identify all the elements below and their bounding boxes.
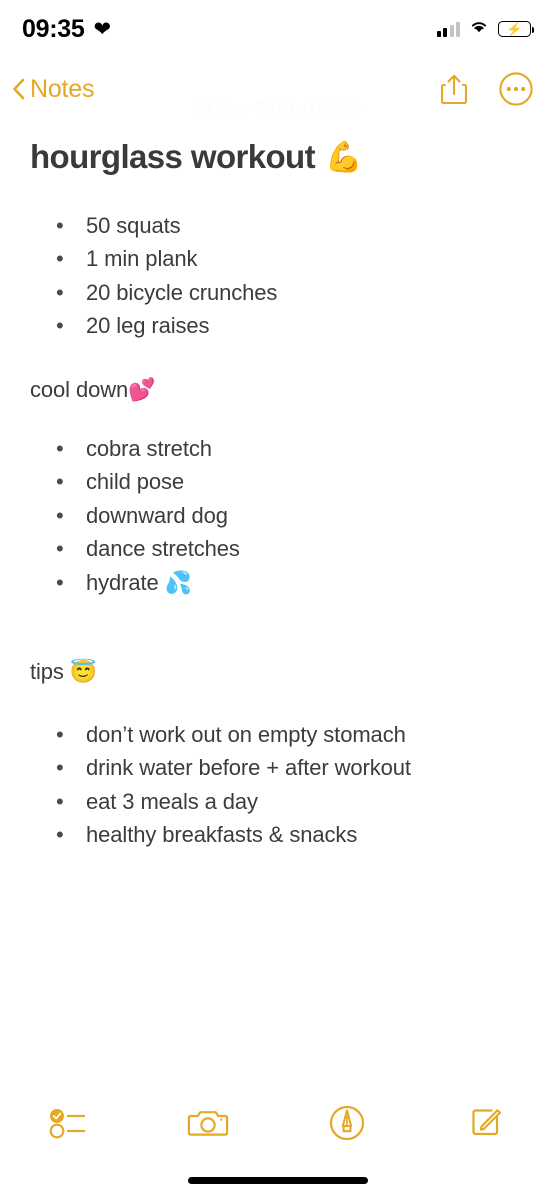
checklist-icon	[48, 1106, 90, 1145]
compose-icon	[467, 1104, 505, 1147]
bottom-toolbar	[0, 1095, 555, 1155]
note-title: hourglass workout 💪	[30, 138, 525, 176]
status-time: 09:35	[22, 14, 85, 43]
note-body[interactable]: hourglass workout 💪 50 squats 1 min plan…	[0, 120, 555, 1095]
list-item: cobra stretch	[30, 432, 525, 466]
compose-button[interactable]	[416, 1104, 555, 1147]
home-indicator	[187, 1177, 368, 1184]
cooldown-heading: cool down💕	[30, 376, 156, 402]
black-heart-icon: ❤	[93, 17, 112, 41]
list-item: healthy breakfasts & snacks	[30, 818, 525, 852]
notes-app-screen: 09:35 ❤ ⚡ Notes 28 May 2023 at 09:34 hou…	[0, 0, 555, 1200]
chevron-left-icon	[12, 78, 25, 100]
list-item: 20 leg raises	[30, 309, 525, 343]
list-item: don’t work out on empty stomach	[30, 718, 525, 752]
status-bar-right: ⚡	[436, 19, 535, 39]
status-bar-left: 09:35 ❤	[22, 15, 111, 44]
tips-heading: tips 😇	[30, 658, 98, 684]
camera-icon	[187, 1106, 229, 1145]
cooldown-list: cobra stretch child pose downward dog da…	[30, 432, 525, 600]
note-title-text: hourglass workout	[30, 138, 316, 175]
list-item: 1 min plank	[30, 242, 525, 276]
list-item: hydrate 💦	[30, 566, 525, 600]
tips-list: don’t work out on empty stomach drink wa…	[30, 718, 525, 852]
checklist-button[interactable]	[0, 1106, 139, 1145]
workout-list: 50 squats 1 min plank 20 bicycle crunche…	[30, 209, 525, 343]
list-item: eat 3 meals a day	[30, 785, 525, 819]
wifi-icon	[469, 19, 489, 39]
list-item: 50 squats	[30, 209, 525, 243]
camera-button[interactable]	[139, 1106, 278, 1145]
list-item: drink water before + after workout	[30, 751, 525, 785]
list-item: downward dog	[30, 499, 525, 533]
battery-charging-icon: ⚡	[498, 21, 535, 37]
list-item: 20 bicycle crunches	[30, 276, 525, 310]
flexed-biceps-emoji: 💪	[325, 140, 362, 174]
cellular-signal-icon	[436, 21, 460, 37]
list-item: child pose	[30, 465, 525, 499]
markup-pen-icon	[328, 1104, 366, 1147]
list-item: dance stretches	[30, 532, 525, 566]
markup-button[interactable]	[278, 1104, 417, 1147]
note-timestamp: 28 May 2023 at 09:34	[193, 98, 362, 117]
status-bar: 09:35 ❤ ⚡	[0, 0, 555, 58]
